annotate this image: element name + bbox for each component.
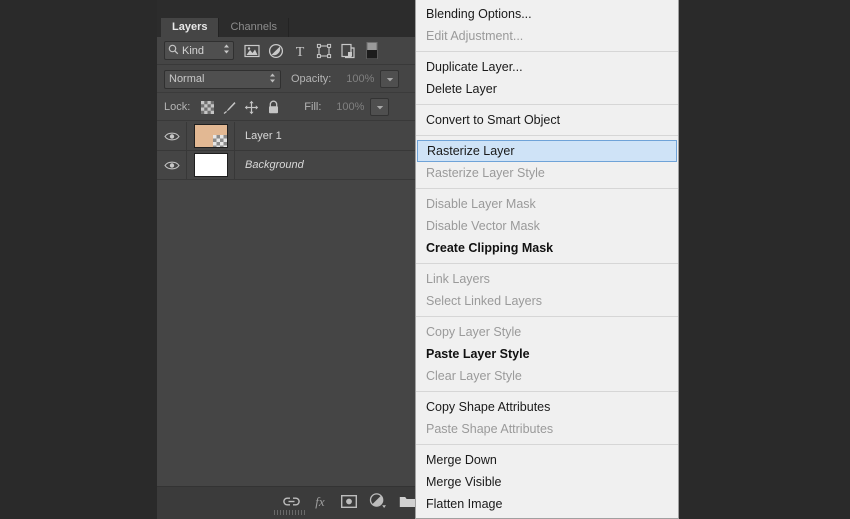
- blend-mode-value: Normal: [169, 73, 205, 85]
- menu-separator: [416, 104, 678, 105]
- filter-type-icons: T: [241, 40, 383, 61]
- menu-item-rasterize-layer[interactable]: Rasterize Layer: [417, 140, 677, 162]
- pixel-layer-filter-icon[interactable]: [241, 40, 263, 61]
- fill-label: Fill:: [304, 101, 322, 113]
- add-layer-mask-icon[interactable]: [339, 491, 359, 511]
- eye-icon: [163, 132, 180, 140]
- layers-panel-toolbar: fx: [157, 486, 422, 519]
- layer-thumbnail-image: [193, 153, 228, 177]
- filter-kind-label: Kind: [182, 44, 205, 57]
- menu-separator: [416, 316, 678, 317]
- menu-item-create-clipping-mask[interactable]: Create Clipping Mask: [416, 237, 678, 259]
- svg-text:T: T: [296, 45, 305, 58]
- menu-separator: [416, 51, 678, 52]
- filter-toggle-switch-icon[interactable]: [361, 40, 383, 61]
- layer-name[interactable]: Background: [235, 159, 304, 171]
- menu-item-select-linked-layers: Select Linked Layers: [426, 294, 543, 308]
- menu-item-copy-layer-style: Copy Layer Style: [426, 325, 522, 339]
- menu-item-disable-vector-mask: Disable Vector Mask: [426, 219, 540, 233]
- lock-image-pixels-icon[interactable]: [220, 98, 238, 116]
- layers-panel: Layers Channels Kind T Normal Opacity: 1…: [157, 0, 422, 519]
- tab-channels[interactable]: Channels: [219, 18, 289, 37]
- panel-resize-grip[interactable]: [273, 510, 306, 515]
- chevron-down-icon: [386, 77, 394, 81]
- opacity-dropdown-button[interactable]: [380, 70, 400, 88]
- new-fill-adjustment-layer-icon[interactable]: [368, 491, 388, 511]
- updown-stepper-icon[interactable]: [223, 43, 230, 58]
- smart-object-filter-icon[interactable]: [337, 40, 359, 61]
- layer-thumbnail-image: [193, 124, 228, 148]
- tab-layers[interactable]: Layers: [161, 18, 220, 37]
- menu-item-flatten-image[interactable]: Flatten Image: [416, 493, 678, 515]
- table-row[interactable]: Background: [157, 150, 422, 180]
- layer-list: Layer 1 Background: [157, 121, 422, 180]
- lock-label: Lock:: [164, 101, 191, 113]
- menu-item-paste-layer-style[interactable]: Paste Layer Style: [416, 343, 678, 365]
- lock-row: Lock: Fill: 100%: [157, 94, 422, 121]
- layer-visibility-toggle[interactable]: [157, 121, 187, 151]
- chevron-down-icon: [376, 105, 384, 109]
- transparency-checker: [212, 135, 227, 147]
- menu-separator: [416, 263, 678, 264]
- menu-item-convert-to-smart-object[interactable]: Convert to Smart Object: [416, 109, 678, 131]
- layer-thumbnail[interactable]: [187, 150, 235, 180]
- fill-input[interactable]: 100%: [326, 98, 368, 116]
- tab-layers-label: Layers: [172, 21, 208, 33]
- menu-separator: [416, 188, 678, 189]
- lock-all-icon[interactable]: [264, 98, 282, 116]
- svg-text:fx: fx: [315, 494, 325, 509]
- panel-tabs: Layers Channels: [157, 18, 289, 37]
- table-row[interactable]: Layer 1: [157, 121, 422, 151]
- photoshop-workspace: Layers Channels Kind T Normal Opacity: 1…: [0, 0, 850, 519]
- opacity-value: 100%: [346, 73, 375, 85]
- lock-transparent-pixels-icon[interactable]: [198, 98, 216, 116]
- menu-item-rasterize-layer-style: Rasterize Layer Style: [426, 166, 545, 180]
- menu-item-link-layers: Link Layers: [426, 272, 490, 286]
- layer-name[interactable]: Layer 1: [235, 130, 282, 142]
- menu-separator: [416, 444, 678, 445]
- menu-item-disable-layer-mask: Disable Layer Mask: [426, 197, 536, 211]
- lock-icons: [198, 98, 282, 116]
- chevron-stepper-icon[interactable]: [269, 72, 276, 87]
- new-group-folder-icon[interactable]: [397, 491, 417, 511]
- menu-item-merge-visible[interactable]: Merge Visible: [416, 471, 678, 493]
- lock-position-icon[interactable]: [242, 98, 260, 116]
- blend-mode-row: Normal Opacity: 100%: [157, 66, 422, 93]
- layer-thumbnail[interactable]: [187, 121, 235, 151]
- menu-item-duplicate-layer[interactable]: Duplicate Layer...: [416, 56, 678, 78]
- menu-separator: [416, 391, 678, 392]
- menu-separator: [416, 135, 678, 136]
- opacity-label: Opacity:: [291, 73, 332, 85]
- menu-item-delete-layer[interactable]: Delete Layer: [416, 78, 678, 100]
- eye-icon: [163, 161, 180, 169]
- filter-kind-select[interactable]: Kind: [164, 41, 234, 60]
- layer-context-menu: Blending Options... Edit Adjustment... D…: [415, 0, 679, 519]
- link-layers-icon[interactable]: [281, 491, 301, 511]
- panel-tab-strip: Layers Channels: [157, 0, 422, 37]
- opacity-input[interactable]: 100%: [336, 70, 378, 88]
- type-layer-filter-icon[interactable]: T: [289, 40, 311, 61]
- shape-layer-filter-icon[interactable]: [313, 40, 335, 61]
- menu-item-paste-shape-attributes: Paste Shape Attributes: [426, 422, 554, 436]
- menu-item-merge-down[interactable]: Merge Down: [416, 449, 678, 471]
- layer-filter-row: Kind T: [157, 37, 422, 65]
- menu-item-copy-shape-attributes[interactable]: Copy Shape Attributes: [416, 396, 678, 418]
- fill-value: 100%: [336, 101, 365, 113]
- magnifier-icon: [168, 44, 179, 58]
- menu-item-clear-layer-style: Clear Layer Style: [426, 369, 522, 383]
- fill-dropdown-button[interactable]: [370, 98, 390, 116]
- menu-item-edit-adjustment: Edit Adjustment...: [426, 29, 524, 43]
- tab-channels-label: Channels: [230, 21, 277, 33]
- menu-item-blending-options[interactable]: Blending Options...: [416, 3, 678, 25]
- layers-toolbar-icons: fx: [281, 490, 422, 512]
- adjustment-layer-filter-icon[interactable]: [265, 40, 287, 61]
- layer-visibility-toggle[interactable]: [157, 150, 187, 180]
- blend-mode-select[interactable]: Normal: [164, 69, 281, 89]
- add-layer-style-fx-icon[interactable]: fx: [310, 491, 330, 511]
